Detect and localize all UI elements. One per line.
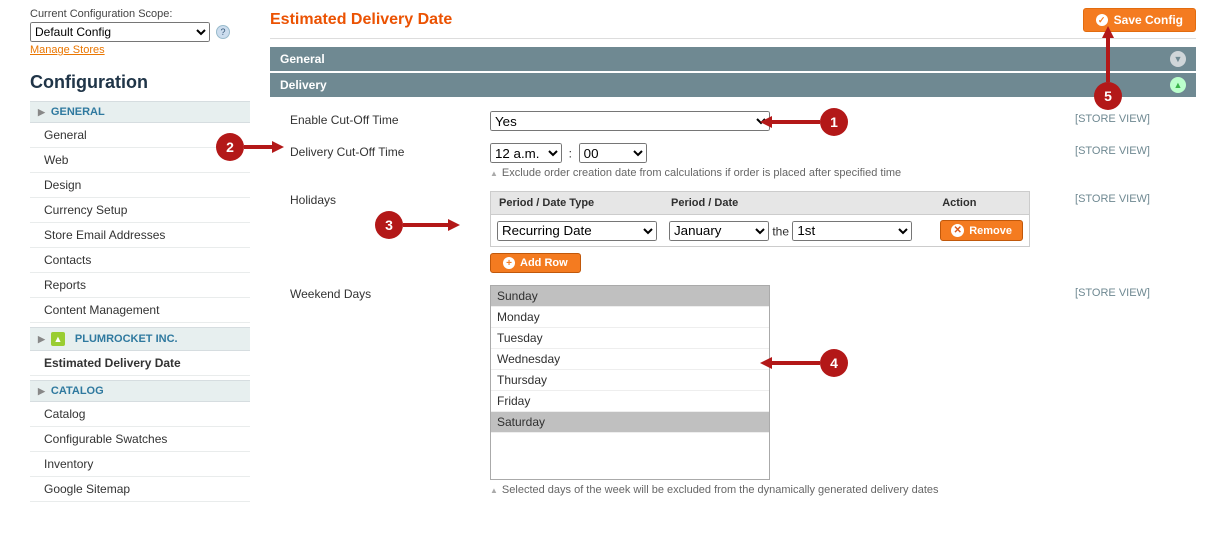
enable-cutoff-select[interactable]: Yes xyxy=(490,111,770,131)
nav-item[interactable]: Reports xyxy=(30,273,250,298)
page-title: Estimated Delivery Date xyxy=(270,11,452,29)
cutoff-time-label: Delivery Cut-Off Time xyxy=(290,143,490,179)
scope-block: Current Configuration Scope: Default Con… xyxy=(30,8,250,56)
nav-item[interactable]: Google Sitemap xyxy=(30,477,250,502)
weekend-days-label: Weekend Days xyxy=(290,285,490,496)
list-item[interactable]: Saturday xyxy=(491,412,769,433)
chevron-right-icon: ▶ xyxy=(38,386,45,397)
add-row-button[interactable]: +Add Row xyxy=(490,253,581,273)
section-header-catalog[interactable]: ▶ CATALOG xyxy=(30,380,250,402)
nav-item[interactable]: Web xyxy=(30,148,250,173)
list-item[interactable]: Wednesday xyxy=(491,349,769,370)
plumrocket-icon: ▲ xyxy=(51,332,65,346)
holidays-table: Period / Date Type Period / Date Action … xyxy=(490,191,1030,247)
nav-item[interactable]: Content Management xyxy=(30,298,250,323)
sidebar: Current Configuration Scope: Default Con… xyxy=(0,0,250,508)
section-catalog: ▶ CATALOG Catalog Configurable Swatches … xyxy=(30,380,250,502)
th-period-type: Period / Date Type xyxy=(491,192,664,215)
list-item[interactable]: Monday xyxy=(491,307,769,328)
nav-item[interactable]: Catalog xyxy=(30,402,250,427)
holiday-day-select[interactable]: 1st xyxy=(792,221,912,241)
nav-item[interactable]: Inventory xyxy=(30,452,250,477)
enable-cutoff-label: Enable Cut-Off Time xyxy=(290,111,490,131)
fieldset-general[interactable]: General ▼ xyxy=(270,47,1196,71)
holiday-type-select[interactable]: Recurring Date xyxy=(497,221,657,241)
scope-hint: [STORE VIEW] xyxy=(1030,285,1150,496)
weekend-note: ▲Selected days of the week will be exclu… xyxy=(490,484,1030,496)
section-header-general[interactable]: ▶ GENERAL xyxy=(30,101,250,123)
scope-hint: [STORE VIEW] xyxy=(1030,191,1150,273)
table-row: Recurring Date January the 1st ✕Remove xyxy=(491,215,1030,247)
nav-item-estimated-delivery[interactable]: Estimated Delivery Date xyxy=(30,351,250,376)
list-item[interactable]: Sunday xyxy=(491,286,769,307)
chevron-right-icon: ▶ xyxy=(38,107,45,118)
help-icon[interactable]: ? xyxy=(216,25,230,39)
check-icon: ✓ xyxy=(1096,14,1108,26)
list-item[interactable]: Friday xyxy=(491,391,769,412)
scope-hint: [STORE VIEW] xyxy=(1030,143,1150,179)
manage-stores-link[interactable]: Manage Stores xyxy=(30,44,105,56)
nav-item[interactable]: Design xyxy=(30,173,250,198)
close-icon: ✕ xyxy=(951,224,964,237)
weekend-days-multiselect[interactable]: Sunday Monday Tuesday Wednesday Thursday… xyxy=(490,285,770,480)
configuration-heading: Configuration xyxy=(30,72,250,93)
th-period-date: Period / Date xyxy=(663,192,934,215)
save-config-button[interactable]: ✓ Save Config xyxy=(1083,8,1196,32)
th-action: Action xyxy=(934,192,1029,215)
plus-icon: + xyxy=(503,257,515,269)
list-item[interactable]: Tuesday xyxy=(491,328,769,349)
nav-item[interactable]: General xyxy=(30,123,250,148)
main-content: Estimated Delivery Date ✓ Save Config Ge… xyxy=(250,0,1206,508)
cutoff-minute-select[interactable]: 00 xyxy=(579,143,647,163)
remove-button[interactable]: ✕Remove xyxy=(940,220,1023,241)
scope-hint: [STORE VIEW] xyxy=(1030,111,1150,131)
scope-label: Current Configuration Scope: xyxy=(30,8,250,20)
nav-item[interactable]: Contacts xyxy=(30,248,250,273)
collapse-icon[interactable]: ▼ xyxy=(1170,51,1186,67)
scope-select[interactable]: Default Config xyxy=(30,22,210,42)
nav-item[interactable]: Currency Setup xyxy=(30,198,250,223)
nav-item[interactable]: Store Email Addresses xyxy=(30,223,250,248)
section-general: ▶ GENERAL General Web Design Currency Se… xyxy=(30,101,250,323)
fieldset-delivery[interactable]: Delivery ▲ xyxy=(270,73,1196,97)
holiday-month-select[interactable]: January xyxy=(669,221,769,241)
cutoff-hour-select[interactable]: 12 a.m. xyxy=(490,143,562,163)
section-plumrocket: ▶ ▲ PLUMROCKET INC. Estimated Delivery D… xyxy=(30,327,250,376)
list-item[interactable]: Thursday xyxy=(491,370,769,391)
nav-item[interactable]: Configurable Swatches xyxy=(30,427,250,452)
chevron-right-icon: ▶ xyxy=(38,334,45,345)
cutoff-note: ▲Exclude order creation date from calcul… xyxy=(490,167,1030,179)
holidays-label: Holidays xyxy=(290,191,490,273)
section-header-plumrocket[interactable]: ▶ ▲ PLUMROCKET INC. xyxy=(30,327,250,351)
collapse-icon[interactable]: ▲ xyxy=(1170,77,1186,93)
